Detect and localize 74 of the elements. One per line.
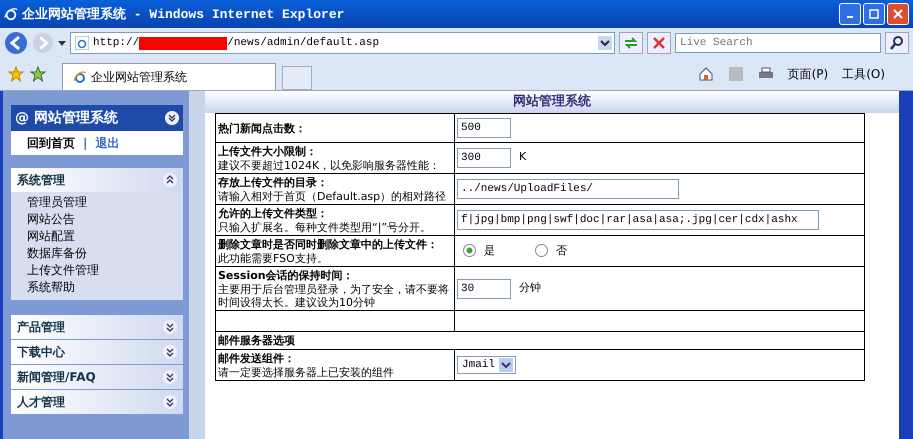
maximize-icon [869, 9, 879, 19]
sidebar-item[interactable]: 网站公告 [27, 211, 183, 228]
setting-label: 删除文章时是否同时删除文章中的上传文件： [218, 237, 439, 252]
close-button[interactable] [887, 3, 909, 25]
section-heading: 邮件服务器选项 [216, 332, 864, 350]
sidebar-item[interactable]: 网站配置 [27, 228, 183, 245]
star-icon[interactable] [8, 66, 24, 82]
setting-hint: 只输入扩展名。每种文件类型用“|”号分开。 [218, 221, 432, 234]
back-button[interactable] [4, 31, 28, 55]
sidebar-item[interactable]: 数据库备份 [27, 245, 183, 262]
setting-hint: 主要用于后台管理员登录，为了安全，请不要将时间设得太长。建议设为10分钟 [218, 283, 450, 309]
text-field[interactable]: 30 [457, 278, 511, 298]
scrollbar[interactable] [899, 91, 913, 439]
sidebar-section[interactable]: 新闻管理/FAQ [11, 365, 183, 389]
page-icon [75, 36, 89, 50]
refresh-icon [623, 35, 639, 51]
toolbar-menu[interactable]: 页面(P) [788, 66, 828, 82]
sidebar-section[interactable]: 产品管理 [11, 315, 183, 339]
browser-tab[interactable]: 企业网站管理系统 [62, 63, 276, 90]
radio-label: 是 [484, 242, 495, 258]
close-icon [893, 9, 903, 19]
dropdown-select[interactable]: Jmail [457, 356, 516, 374]
sidebar-section[interactable]: 系统管理 [11, 168, 183, 192]
setting-hint: 请一定要选择服务器上已安装的组件 [218, 366, 395, 379]
toolbar-menu[interactable]: 工具(O) [842, 66, 885, 82]
sidebar-title: @ 网站管理系统 [15, 109, 118, 127]
setting-hint: 此功能需要FSO支持。 [218, 252, 329, 265]
unit-label: K [519, 150, 526, 163]
stop-button[interactable] [647, 32, 671, 54]
window-title: 企业网站管理系统 - Windows Internet Explorer [22, 6, 346, 23]
minimize-button[interactable] [839, 3, 861, 25]
search-field[interactable]: Live Search [675, 33, 881, 53]
text-field[interactable]: 300 [457, 148, 511, 168]
dropdown-icon[interactable] [598, 36, 612, 50]
search-icon [889, 35, 905, 51]
minimize-icon [847, 16, 853, 18]
caret-icon[interactable] [58, 40, 66, 46]
sidebar-item[interactable]: 系统帮助 [27, 279, 183, 296]
tab-title: 企业网站管理系统 [91, 68, 187, 86]
sidebar-section[interactable]: 下载中心 [11, 340, 183, 364]
add-favorite-icon[interactable] [30, 66, 46, 82]
text-field[interactable]: f|jpg|bmp|png|swf|doc|rar|asa|asa;.jpg|cer|cdx|ashx [457, 210, 819, 230]
search-button[interactable] [885, 32, 909, 54]
text-field[interactable]: 500 [457, 118, 511, 138]
setting-label: 热门新闻点击数： [218, 120, 307, 136]
sidebar-section[interactable]: 人才管理 [11, 390, 183, 414]
maximize-button[interactable] [863, 3, 885, 25]
sidebar-item[interactable]: 管理员管理 [27, 194, 183, 211]
separator-text: | [83, 136, 88, 150]
browser-logo-icon [73, 70, 87, 84]
browser-logo-icon [4, 6, 18, 22]
sidebar-link[interactable]: 退出 [95, 134, 120, 152]
setting-hint: 请输入相对于首页（Default.asp）的相对路径 [218, 190, 448, 203]
radio-button[interactable] [535, 244, 548, 256]
dropdown-icon [499, 358, 514, 372]
sidebar-link[interactable]: 回到首页 [27, 134, 75, 152]
setting-hint: 建议不要超过1024K，以免影响服务器性能： [218, 159, 442, 172]
refresh-button[interactable] [619, 32, 643, 54]
page-header: 网站管理系统 [205, 91, 899, 113]
url-text: http:// [93, 37, 140, 49]
text-field[interactable]: ../news/UploadFiles/ [457, 179, 679, 199]
unit-label: 分钟 [519, 280, 541, 294]
setting-label: 邮件发送组件： [218, 351, 296, 366]
stop-icon [651, 35, 667, 51]
setting-label: 上传文件大小限制： [218, 144, 318, 159]
url-text: /news/admin/default.asp [227, 37, 380, 49]
sidebar-item[interactable]: 上传文件管理 [27, 262, 183, 279]
setting-label: Session会话的保持时间： [218, 268, 355, 283]
address-field[interactable]: http:// /news/admin/default.asp [70, 32, 615, 54]
radio-label: 否 [556, 242, 567, 258]
radio-button[interactable] [463, 244, 476, 256]
setting-label: 允许的上传文件类型： [218, 206, 329, 221]
home-icon[interactable] [698, 66, 714, 82]
setting-label: 存放上传文件的目录： [218, 175, 329, 190]
